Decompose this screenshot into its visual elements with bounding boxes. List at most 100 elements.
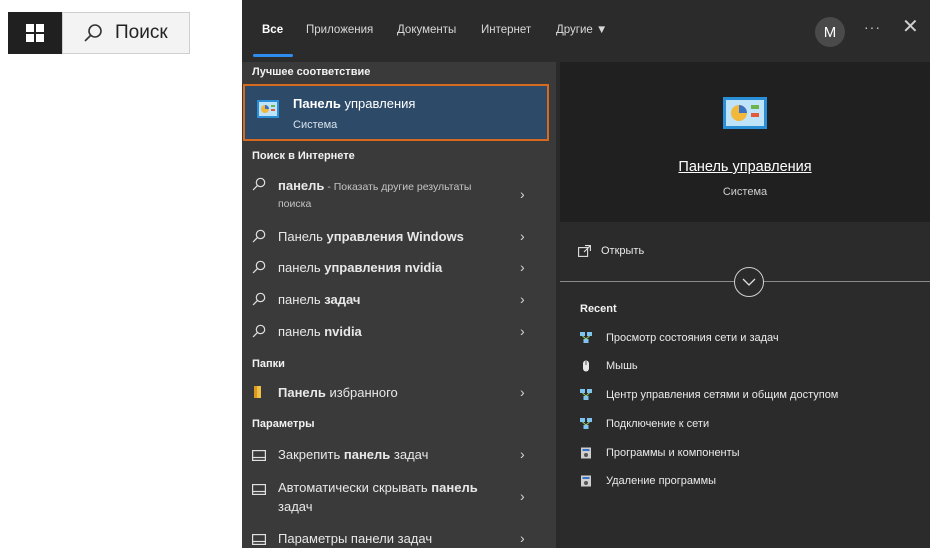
web-result-label: панель задач <box>278 292 360 307</box>
programs-icon <box>580 447 592 459</box>
recent-item-label: Мышь <box>606 360 638 372</box>
recent-item-3[interactable]: Подключение к сети <box>580 418 709 430</box>
mouse-icon <box>580 360 592 372</box>
search-icon <box>252 177 266 196</box>
web-result-label: панель управления nvidia <box>278 260 442 275</box>
search-panel: Все Приложения Документы Интернет Другие… <box>242 0 930 548</box>
recent-item-label: Просмотр состояния сети и задач <box>606 332 779 344</box>
web-result-label: панель nvidia <box>278 324 362 339</box>
web-result-pre: панель <box>278 260 325 275</box>
settings-result-label: Автоматически скрывать панель <box>278 480 478 495</box>
recent-item-label: Программы и компоненты <box>606 447 740 459</box>
taskbar-icon <box>252 532 267 550</box>
taskbar-icon <box>252 482 267 500</box>
taskbar-search: Поиск <box>8 12 190 54</box>
tab-other-label: Другие <box>556 24 593 36</box>
web-result-pre: панель <box>278 324 325 339</box>
best-match-item[interactable]: Панель управления Система <box>243 84 549 141</box>
settings-result-pre: Закрепить <box>278 447 344 462</box>
preview-pane: Панель управления Система Открыть Recent… <box>560 62 930 548</box>
web-result-sub-line2: поиска <box>278 198 312 210</box>
best-match-subtitle: Система <box>293 119 338 131</box>
section-web: Поиск в Интернете <box>252 150 355 162</box>
web-result-bold: панель <box>278 178 325 193</box>
avatar[interactable]: M <box>815 17 845 47</box>
web-result-1[interactable]: Панель управления Windows › <box>242 228 556 248</box>
tab-documents[interactable]: Документы <box>397 24 456 36</box>
settings-result-label: Закрепить панель задач <box>278 447 428 462</box>
best-match-rest: управления <box>340 96 416 111</box>
preview-title[interactable]: Панель управления <box>560 159 930 175</box>
recent-item-2[interactable]: Центр управления сетями и общим доступом <box>580 389 838 401</box>
search-icon <box>83 23 103 43</box>
search-icon <box>252 260 266 279</box>
chevron-right-icon: › <box>520 323 525 339</box>
search-placeholder: Поиск <box>115 22 168 43</box>
section-folders: Папки <box>252 358 285 370</box>
search-icon <box>252 324 266 343</box>
settings-result-rest: задач <box>390 447 429 462</box>
best-match-bold: Панель <box>293 96 341 111</box>
section-settings: Параметры <box>252 418 315 430</box>
settings-result-0[interactable]: Закрепить панель задач › <box>242 446 556 466</box>
web-result-sub: - Показать другие результаты <box>324 181 472 193</box>
chevron-right-icon: › <box>520 446 525 462</box>
open-button[interactable]: Открыть <box>578 245 644 257</box>
best-match-title: Панель управления <box>293 96 415 111</box>
chevron-right-icon: › <box>520 186 525 202</box>
taskbar-search-box[interactable]: Поиск <box>62 12 190 54</box>
app-preview: Панель управления Система <box>560 62 930 222</box>
settings-result-1[interactable]: Автоматически скрывать панель задач › <box>242 478 556 518</box>
network-icon <box>580 389 592 401</box>
recent-item-1[interactable]: Мышь <box>580 360 638 372</box>
results-list: Лучшее соответствие Панель управления Си… <box>242 62 556 548</box>
settings-result-2[interactable]: Параметры панели задач › <box>242 530 556 550</box>
web-result-3[interactable]: панель задач › <box>242 291 556 311</box>
chevron-down-icon: ▼ <box>596 24 608 36</box>
chevron-right-icon: › <box>520 228 525 244</box>
tab-apps[interactable]: Приложения <box>306 24 373 36</box>
settings-result-pre: Автоматически скрывать <box>278 480 432 495</box>
network-icon <box>580 418 592 430</box>
folder-result-rest: избранного <box>325 385 398 400</box>
web-result-pre: панель <box>278 292 325 307</box>
active-tab-indicator <box>253 54 293 57</box>
web-result-bold: задач <box>324 292 361 307</box>
tab-all[interactable]: Все <box>262 24 283 36</box>
search-topbar: Все Приложения Документы Интернет Другие… <box>242 0 930 62</box>
more-options-button[interactable]: ··· <box>864 19 881 35</box>
chevron-right-icon: › <box>520 259 525 275</box>
expand-button[interactable] <box>734 267 764 297</box>
control-panel-icon <box>723 97 767 134</box>
web-result-label: панель - Показать другие результаты <box>278 178 471 193</box>
chevron-right-icon: › <box>520 488 525 504</box>
programs-icon <box>580 475 592 487</box>
web-result-2[interactable]: панель управления nvidia › <box>242 259 556 279</box>
section-best-match: Лучшее соответствие <box>252 66 371 78</box>
web-result-0[interactable]: панель - Показать другие результаты поис… <box>242 174 556 218</box>
recent-item-label: Подключение к сети <box>606 418 710 430</box>
settings-result-bold: панель <box>343 447 391 462</box>
tab-internet[interactable]: Интернет <box>481 24 531 36</box>
tab-other[interactable]: Другие ▼ <box>556 24 607 36</box>
web-result-bold: управления Windows <box>326 229 464 244</box>
search-icon <box>252 292 266 311</box>
taskbar-icon <box>252 448 267 466</box>
web-result-4[interactable]: панель nvidia › <box>242 323 556 343</box>
windows-logo-icon <box>26 24 44 42</box>
start-button[interactable] <box>8 12 62 54</box>
close-button[interactable]: ✕ <box>902 17 919 37</box>
open-icon <box>578 245 591 257</box>
folder-result[interactable]: Панель избранного › <box>242 384 556 404</box>
preview-subtitle: Система <box>722 186 768 198</box>
recent-item-0[interactable]: Просмотр состояния сети и задач <box>580 332 779 344</box>
recent-item-5[interactable]: Удаление программы <box>580 475 716 487</box>
chevron-right-icon: › <box>520 384 525 400</box>
open-label: Открыть <box>601 245 645 257</box>
recent-item-label: Центр управления сетями и общим доступом <box>606 389 839 401</box>
network-icon <box>580 332 592 344</box>
control-panel-icon <box>257 100 279 123</box>
search-icon <box>252 229 266 248</box>
recent-item-4[interactable]: Программы и компоненты <box>580 447 740 459</box>
folder-icon <box>252 385 264 404</box>
